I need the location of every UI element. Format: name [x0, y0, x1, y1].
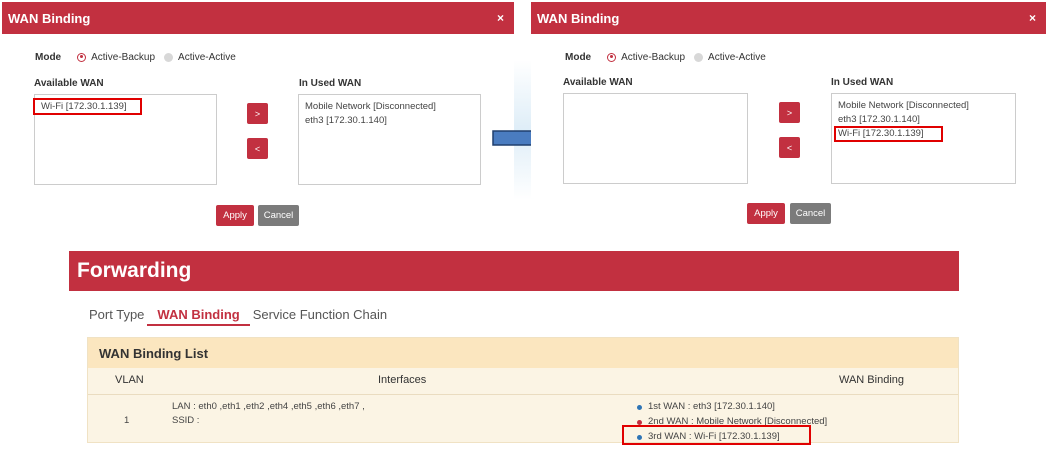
highlight-box — [622, 425, 811, 445]
radio-active-active[interactable]: Active-Active — [694, 52, 766, 63]
radio-active-backup[interactable]: Active-Backup — [607, 52, 685, 63]
page-title: Forwarding — [69, 251, 959, 291]
dialog-title: WAN Binding — [537, 10, 620, 26]
highlight-box — [33, 98, 142, 115]
dialog-header: WAN Binding × — [531, 2, 1046, 34]
apply-button[interactable]: Apply — [216, 205, 254, 226]
apply-button[interactable]: Apply — [747, 203, 785, 224]
radio-label: Active-Backup — [621, 51, 686, 63]
radio-unselected-icon — [694, 52, 704, 62]
vlan-cell: 1 — [124, 415, 130, 426]
dialog-header: WAN Binding × — [2, 2, 514, 34]
wan-binding-dialog-after: WAN Binding × Mode Active-Backup Active-… — [531, 2, 1046, 224]
tab-service-function-chain[interactable]: Service Function Chain — [253, 307, 387, 326]
bullet-icon — [637, 404, 642, 410]
radio-active-active[interactable]: Active-Active — [164, 52, 236, 63]
close-icon[interactable]: × — [1029, 11, 1036, 25]
list-item[interactable]: eth3 [172.30.1.140] — [838, 113, 1009, 127]
highlight-box — [834, 126, 943, 142]
wan-binding-1st: 1st WAN : eth3 [172.30.1.140] — [637, 400, 775, 414]
column-header-wan-binding: WAN Binding — [839, 374, 905, 386]
wan-binding-list: WAN Binding List VLAN Interfaces WAN Bin… — [87, 337, 959, 443]
radio-selected-icon — [607, 52, 617, 62]
cancel-button[interactable]: Cancel — [790, 203, 831, 224]
radio-unselected-icon — [164, 52, 174, 62]
radio-label: Active-Active — [708, 51, 766, 63]
available-wan-title: Available WAN — [563, 77, 633, 88]
move-right-button[interactable]: > — [779, 102, 800, 123]
cancel-button[interactable]: Cancel — [258, 205, 299, 226]
tab-bar: Port Type WAN Binding Service Function C… — [89, 307, 400, 326]
radio-selected-icon — [77, 52, 87, 62]
tab-port-type[interactable]: Port Type — [89, 307, 144, 326]
move-left-button[interactable]: < — [779, 137, 800, 158]
available-wan-title: Available WAN — [34, 78, 104, 89]
forwarding-panel: Port Type WAN Binding Service Function C… — [69, 291, 959, 461]
divider — [88, 394, 958, 395]
close-icon[interactable]: × — [497, 11, 504, 25]
mode-row: Mode Active-Backup Active-Active — [35, 50, 245, 64]
mode-row: Mode Active-Backup Active-Active — [565, 50, 775, 64]
list-item[interactable]: Mobile Network [Disconnected] — [838, 99, 1009, 113]
list-item[interactable]: Mobile Network [Disconnected] — [305, 100, 474, 114]
lan-interfaces: LAN : eth0 ,eth1 ,eth2 ,eth4 ,eth5 ,eth6… — [172, 401, 365, 412]
list-title: WAN Binding List — [88, 338, 958, 368]
radio-label: Active-Active — [178, 51, 236, 63]
list-item[interactable]: eth3 [172.30.1.140] — [305, 114, 474, 128]
in-used-wan-list[interactable]: Mobile Network [Disconnected] eth3 [172.… — [298, 94, 481, 185]
dialog-title: WAN Binding — [8, 10, 91, 26]
radio-active-backup[interactable]: Active-Backup — [77, 52, 155, 63]
ssid-interfaces: SSID : — [172, 415, 200, 426]
column-header-vlan: VLAN — [115, 374, 144, 386]
binding-text: 1st WAN : eth3 [172.30.1.140] — [648, 401, 775, 412]
move-right-button[interactable]: > — [247, 103, 268, 124]
mode-label: Mode — [35, 51, 62, 63]
in-used-wan-title: In Used WAN — [831, 77, 894, 88]
bullet-icon — [637, 419, 642, 425]
available-wan-list[interactable] — [563, 93, 748, 184]
tab-wan-binding[interactable]: WAN Binding — [147, 307, 250, 326]
in-used-wan-title: In Used WAN — [299, 78, 362, 89]
move-left-button[interactable]: < — [247, 138, 268, 159]
column-header-interfaces: Interfaces — [378, 374, 427, 386]
radio-label: Active-Backup — [91, 51, 156, 63]
mode-label: Mode — [565, 51, 592, 63]
